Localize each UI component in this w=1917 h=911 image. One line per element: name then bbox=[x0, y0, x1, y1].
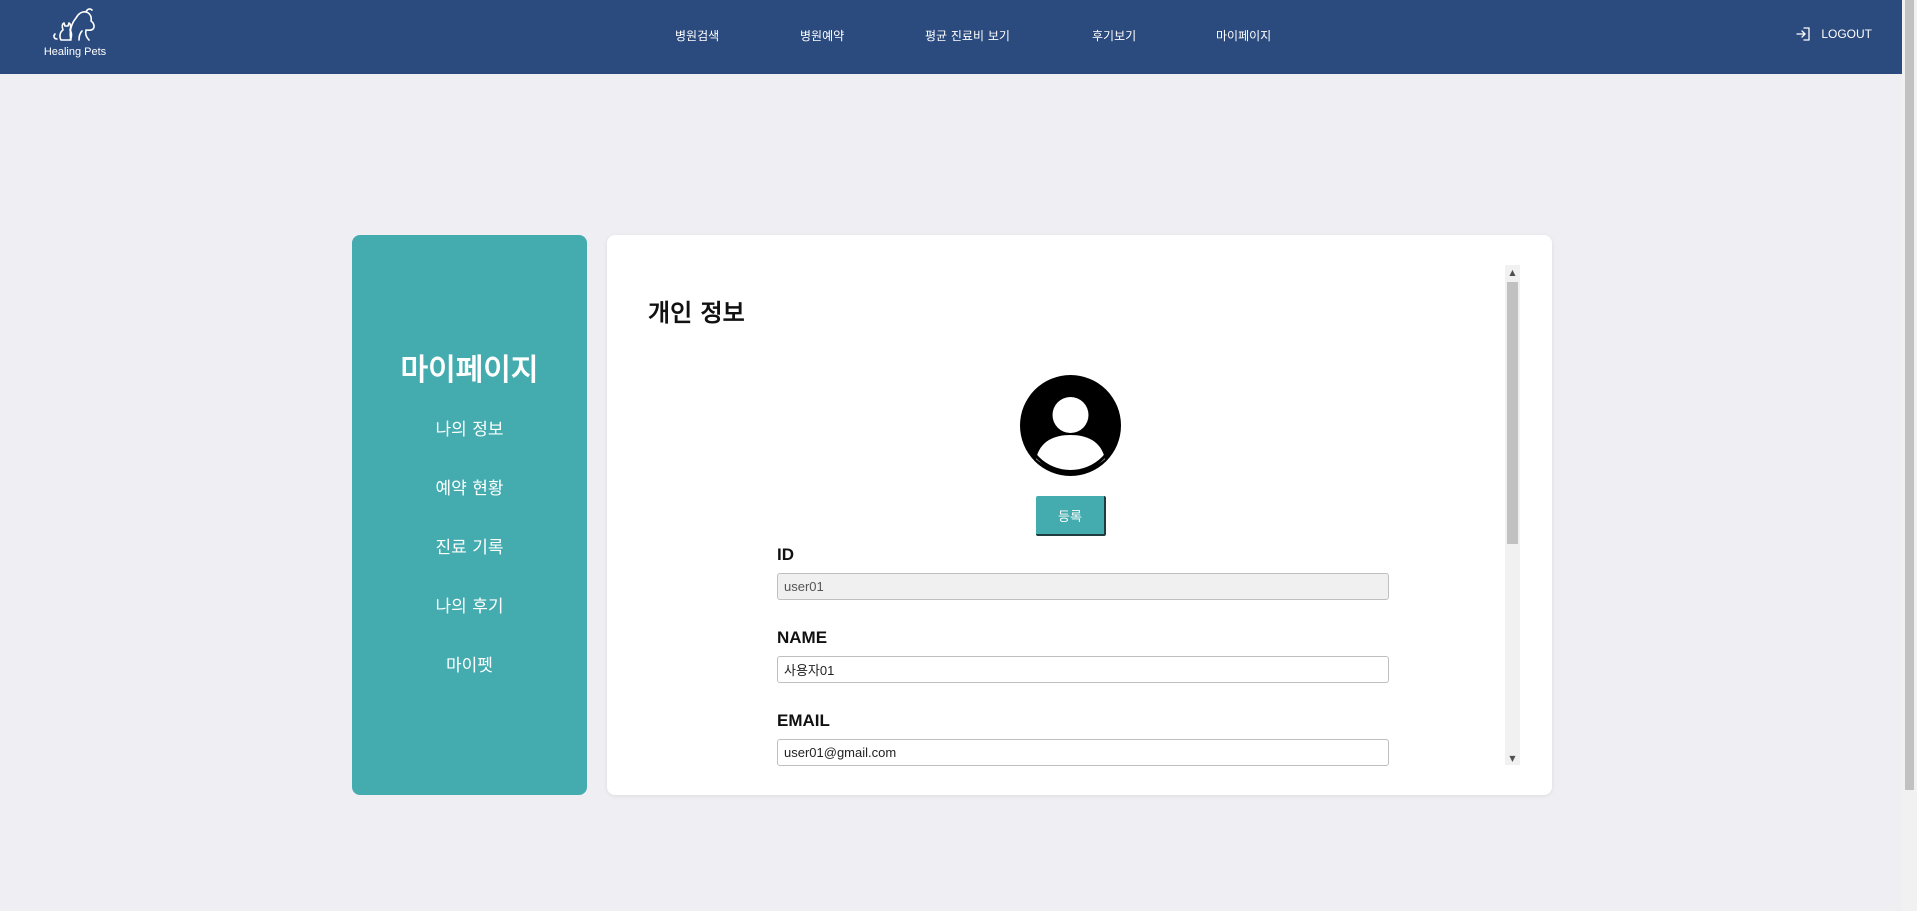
sidebar-title: 마이페이지 bbox=[400, 353, 539, 388]
content-scrollbar-thumb[interactable] bbox=[1507, 282, 1518, 544]
top-header: Healing Pets 병원검색 병원예약 평균 진료비 보기 후기보기 마이… bbox=[0, 0, 1902, 74]
nav-hospital-search[interactable]: 병원검색 bbox=[675, 27, 719, 44]
content-scrollbar[interactable]: ▲ ▼ bbox=[1505, 265, 1520, 765]
email-field[interactable] bbox=[777, 739, 1389, 766]
scroll-up-arrow-icon[interactable]: ▲ bbox=[1505, 265, 1520, 279]
profile-card: 개인 정보 등록 ID NAME EMAIL ▲ ▼ bbox=[607, 235, 1552, 795]
scroll-down-arrow-icon[interactable]: ▼ bbox=[1505, 751, 1520, 765]
name-label: NAME bbox=[777, 628, 828, 647]
nav-hospital-booking[interactable]: 병원예약 bbox=[800, 27, 844, 44]
register-photo-button[interactable]: 등록 bbox=[1036, 496, 1106, 536]
login-arrow-icon bbox=[1796, 27, 1810, 41]
nav-mypage[interactable]: 마이페이지 bbox=[1216, 27, 1271, 44]
sidebar-item-my-pet[interactable]: 마이펫 bbox=[352, 651, 587, 676]
nav-average-cost[interactable]: 평균 진료비 보기 bbox=[925, 27, 1010, 44]
logout-label: LOGOUT bbox=[1821, 27, 1872, 41]
window-scrollbar[interactable] bbox=[1902, 0, 1917, 911]
sidebar-item-medical-records[interactable]: 진료 기록 bbox=[352, 533, 587, 558]
nav-reviews[interactable]: 후기보기 bbox=[1092, 27, 1136, 44]
main-nav: 병원검색 병원예약 평균 진료비 보기 후기보기 마이페이지 bbox=[0, 0, 1902, 74]
profile-fields: ID NAME EMAIL bbox=[777, 545, 1397, 777]
id-label: ID bbox=[777, 545, 794, 564]
user-avatar-icon[interactable] bbox=[1020, 375, 1121, 476]
sidebar-item-my-info[interactable]: 나의 정보 bbox=[352, 415, 587, 440]
sidebar-item-reservations[interactable]: 예약 현황 bbox=[352, 474, 587, 499]
id-field[interactable] bbox=[777, 573, 1389, 600]
window-scrollbar-thumb[interactable] bbox=[1905, 0, 1914, 790]
sidebar-item-my-reviews[interactable]: 나의 후기 bbox=[352, 592, 587, 617]
page-title: 개인 정보 bbox=[648, 299, 745, 327]
email-label: EMAIL bbox=[777, 711, 830, 730]
logout-button[interactable]: LOGOUT bbox=[1795, 26, 1872, 42]
sidebar: 마이페이지 나의 정보 예약 현황 진료 기록 나의 후기 마이펫 bbox=[352, 235, 587, 795]
name-field[interactable] bbox=[777, 656, 1389, 683]
